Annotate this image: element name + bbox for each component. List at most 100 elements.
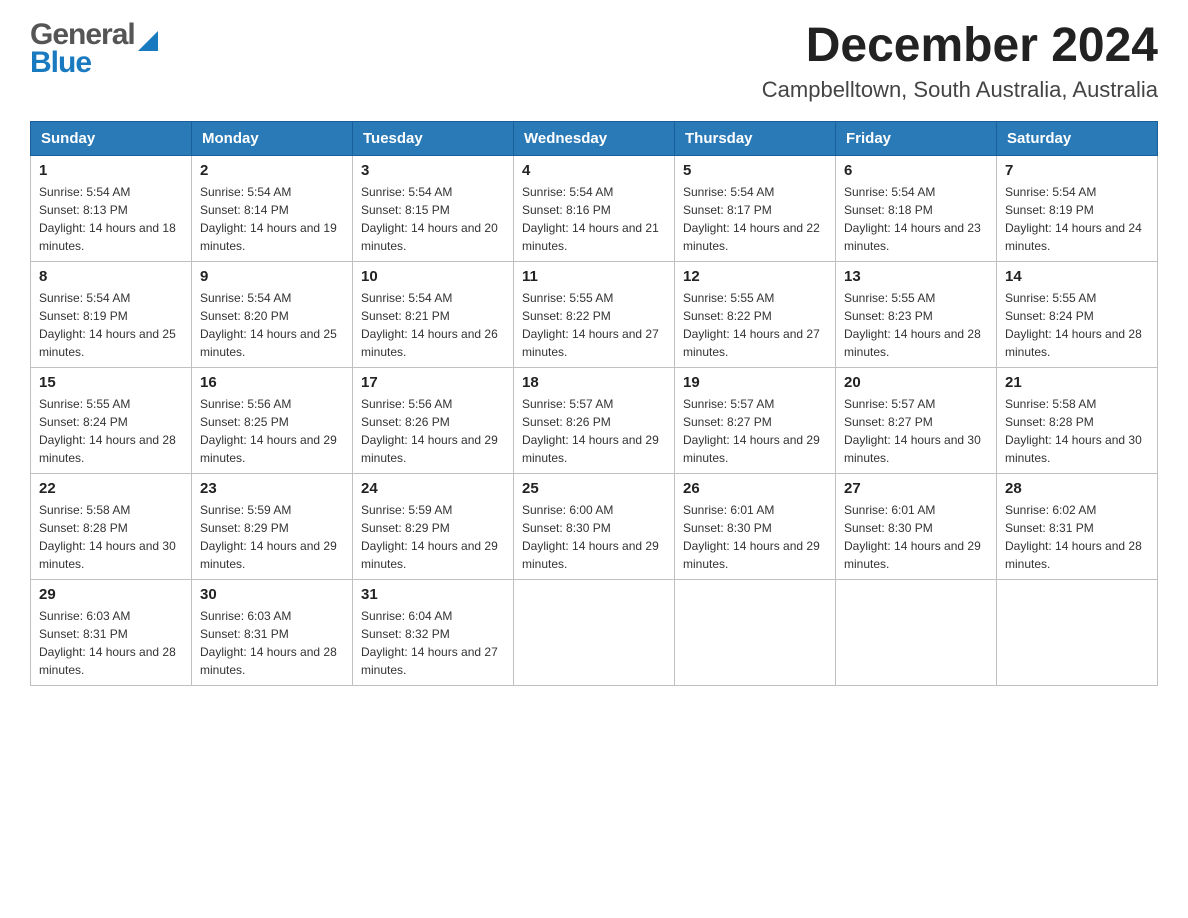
day-info: Sunrise: 6:01 AMSunset: 8:30 PMDaylight:… (844, 501, 988, 573)
calendar-body: 1 Sunrise: 5:54 AMSunset: 8:13 PMDayligh… (31, 155, 1158, 685)
calendar-week-1: 1 Sunrise: 5:54 AMSunset: 8:13 PMDayligh… (31, 155, 1158, 261)
day-info: Sunrise: 5:54 AMSunset: 8:20 PMDaylight:… (200, 289, 344, 361)
day-number: 19 (683, 374, 827, 391)
calendar-cell: 30 Sunrise: 6:03 AMSunset: 8:31 PMDaylig… (192, 579, 353, 685)
day-info: Sunrise: 6:01 AMSunset: 8:30 PMDaylight:… (683, 501, 827, 573)
day-info: Sunrise: 5:54 AMSunset: 8:15 PMDaylight:… (361, 183, 505, 255)
day-number: 28 (1005, 480, 1149, 497)
day-info: Sunrise: 5:54 AMSunset: 8:19 PMDaylight:… (39, 289, 183, 361)
calendar-week-2: 8 Sunrise: 5:54 AMSunset: 8:19 PMDayligh… (31, 261, 1158, 367)
day-info: Sunrise: 6:00 AMSunset: 8:30 PMDaylight:… (522, 501, 666, 573)
day-info: Sunrise: 5:58 AMSunset: 8:28 PMDaylight:… (39, 501, 183, 573)
day-number: 12 (683, 268, 827, 285)
calendar-cell: 24 Sunrise: 5:59 AMSunset: 8:29 PMDaylig… (353, 473, 514, 579)
day-number: 4 (522, 162, 666, 179)
calendar-cell: 17 Sunrise: 5:56 AMSunset: 8:26 PMDaylig… (353, 367, 514, 473)
calendar-week-4: 22 Sunrise: 5:58 AMSunset: 8:28 PMDaylig… (31, 473, 1158, 579)
calendar-cell: 10 Sunrise: 5:54 AMSunset: 8:21 PMDaylig… (353, 261, 514, 367)
logo-triangle-icon (138, 31, 158, 51)
calendar-cell: 15 Sunrise: 5:55 AMSunset: 8:24 PMDaylig… (31, 367, 192, 473)
day-number: 27 (844, 480, 988, 497)
day-number: 20 (844, 374, 988, 391)
day-number: 16 (200, 374, 344, 391)
calendar-cell: 29 Sunrise: 6:03 AMSunset: 8:31 PMDaylig… (31, 579, 192, 685)
calendar-cell: 14 Sunrise: 5:55 AMSunset: 8:24 PMDaylig… (997, 261, 1158, 367)
day-info: Sunrise: 5:54 AMSunset: 8:16 PMDaylight:… (522, 183, 666, 255)
day-number: 8 (39, 268, 183, 285)
day-info: Sunrise: 5:56 AMSunset: 8:26 PMDaylight:… (361, 395, 505, 467)
day-info: Sunrise: 5:57 AMSunset: 8:27 PMDaylight:… (844, 395, 988, 467)
header-row: SundayMondayTuesdayWednesdayThursdayFrid… (31, 121, 1158, 155)
calendar-cell: 21 Sunrise: 5:58 AMSunset: 8:28 PMDaylig… (997, 367, 1158, 473)
day-number: 21 (1005, 374, 1149, 391)
header-cell-wednesday: Wednesday (514, 121, 675, 155)
calendar-cell: 4 Sunrise: 5:54 AMSunset: 8:16 PMDayligh… (514, 155, 675, 261)
calendar-cell: 19 Sunrise: 5:57 AMSunset: 8:27 PMDaylig… (675, 367, 836, 473)
calendar-cell: 5 Sunrise: 5:54 AMSunset: 8:17 PMDayligh… (675, 155, 836, 261)
day-number: 25 (522, 480, 666, 497)
day-info: Sunrise: 5:54 AMSunset: 8:13 PMDaylight:… (39, 183, 183, 255)
calendar-cell: 22 Sunrise: 5:58 AMSunset: 8:28 PMDaylig… (31, 473, 192, 579)
calendar-cell: 26 Sunrise: 6:01 AMSunset: 8:30 PMDaylig… (675, 473, 836, 579)
header-cell-thursday: Thursday (675, 121, 836, 155)
day-info: Sunrise: 6:02 AMSunset: 8:31 PMDaylight:… (1005, 501, 1149, 573)
calendar-cell: 6 Sunrise: 5:54 AMSunset: 8:18 PMDayligh… (836, 155, 997, 261)
calendar-cell: 23 Sunrise: 5:59 AMSunset: 8:29 PMDaylig… (192, 473, 353, 579)
calendar-cell: 13 Sunrise: 5:55 AMSunset: 8:23 PMDaylig… (836, 261, 997, 367)
day-number: 24 (361, 480, 505, 497)
header-cell-friday: Friday (836, 121, 997, 155)
day-info: Sunrise: 6:04 AMSunset: 8:32 PMDaylight:… (361, 607, 505, 679)
day-info: Sunrise: 5:54 AMSunset: 8:14 PMDaylight:… (200, 183, 344, 255)
calendar-cell: 11 Sunrise: 5:55 AMSunset: 8:22 PMDaylig… (514, 261, 675, 367)
day-info: Sunrise: 5:54 AMSunset: 8:21 PMDaylight:… (361, 289, 505, 361)
logo-blue-text: Blue (30, 48, 91, 78)
day-info: Sunrise: 5:55 AMSunset: 8:22 PMDaylight:… (522, 289, 666, 361)
day-info: Sunrise: 5:55 AMSunset: 8:23 PMDaylight:… (844, 289, 988, 361)
day-number: 11 (522, 268, 666, 285)
calendar-cell: 12 Sunrise: 5:55 AMSunset: 8:22 PMDaylig… (675, 261, 836, 367)
header-cell-monday: Monday (192, 121, 353, 155)
day-number: 7 (1005, 162, 1149, 179)
calendar-cell: 18 Sunrise: 5:57 AMSunset: 8:26 PMDaylig… (514, 367, 675, 473)
calendar-cell: 2 Sunrise: 5:54 AMSunset: 8:14 PMDayligh… (192, 155, 353, 261)
day-number: 5 (683, 162, 827, 179)
calendar-cell (836, 579, 997, 685)
calendar-cell: 9 Sunrise: 5:54 AMSunset: 8:20 PMDayligh… (192, 261, 353, 367)
day-info: Sunrise: 5:55 AMSunset: 8:24 PMDaylight:… (1005, 289, 1149, 361)
page-header: General Blue December 2024 Campbelltown,… (30, 20, 1158, 103)
calendar-header: SundayMondayTuesdayWednesdayThursdayFrid… (31, 121, 1158, 155)
calendar-cell: 25 Sunrise: 6:00 AMSunset: 8:30 PMDaylig… (514, 473, 675, 579)
page-title: December 2024 (762, 20, 1158, 73)
day-info: Sunrise: 5:54 AMSunset: 8:19 PMDaylight:… (1005, 183, 1149, 255)
calendar-cell: 27 Sunrise: 6:01 AMSunset: 8:30 PMDaylig… (836, 473, 997, 579)
calendar-cell: 8 Sunrise: 5:54 AMSunset: 8:19 PMDayligh… (31, 261, 192, 367)
day-number: 13 (844, 268, 988, 285)
day-info: Sunrise: 5:55 AMSunset: 8:22 PMDaylight:… (683, 289, 827, 361)
day-number: 6 (844, 162, 988, 179)
page-subtitle: Campbelltown, South Australia, Australia (762, 77, 1158, 103)
calendar-table: SundayMondayTuesdayWednesdayThursdayFrid… (30, 121, 1158, 686)
day-number: 15 (39, 374, 183, 391)
day-info: Sunrise: 5:58 AMSunset: 8:28 PMDaylight:… (1005, 395, 1149, 467)
day-info: Sunrise: 5:57 AMSunset: 8:26 PMDaylight:… (522, 395, 666, 467)
calendar-week-3: 15 Sunrise: 5:55 AMSunset: 8:24 PMDaylig… (31, 367, 1158, 473)
calendar-cell (997, 579, 1158, 685)
day-info: Sunrise: 6:03 AMSunset: 8:31 PMDaylight:… (39, 607, 183, 679)
day-number: 22 (39, 480, 183, 497)
calendar-cell: 3 Sunrise: 5:54 AMSunset: 8:15 PMDayligh… (353, 155, 514, 261)
calendar-cell: 20 Sunrise: 5:57 AMSunset: 8:27 PMDaylig… (836, 367, 997, 473)
calendar-cell (675, 579, 836, 685)
header-cell-sunday: Sunday (31, 121, 192, 155)
day-number: 2 (200, 162, 344, 179)
day-number: 18 (522, 374, 666, 391)
day-info: Sunrise: 5:57 AMSunset: 8:27 PMDaylight:… (683, 395, 827, 467)
day-info: Sunrise: 6:03 AMSunset: 8:31 PMDaylight:… (200, 607, 344, 679)
calendar-cell: 28 Sunrise: 6:02 AMSunset: 8:31 PMDaylig… (997, 473, 1158, 579)
calendar-cell (514, 579, 675, 685)
day-info: Sunrise: 5:54 AMSunset: 8:17 PMDaylight:… (683, 183, 827, 255)
day-number: 10 (361, 268, 505, 285)
day-number: 26 (683, 480, 827, 497)
day-number: 23 (200, 480, 344, 497)
day-number: 1 (39, 162, 183, 179)
day-number: 30 (200, 586, 344, 603)
